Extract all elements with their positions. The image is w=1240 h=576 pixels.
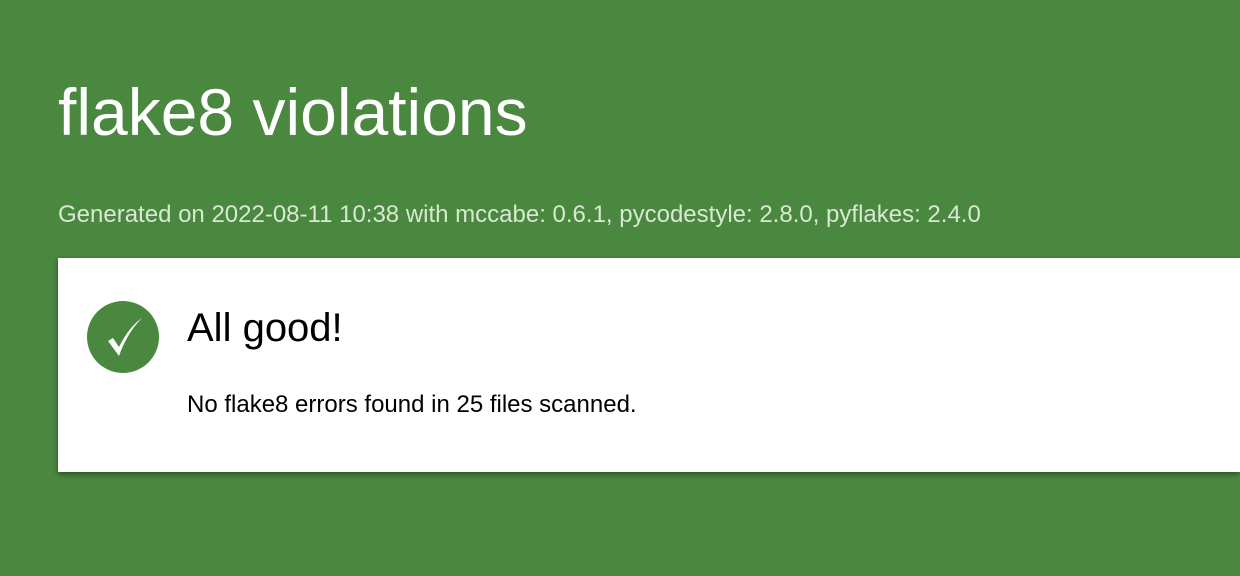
generated-info: Generated on 2022-08-11 10:38 with mccab… bbox=[58, 201, 981, 228]
page-title: flake8 violations bbox=[58, 75, 528, 149]
result-message: No flake8 errors found in 25 files scann… bbox=[187, 391, 637, 418]
result-heading: All good! bbox=[187, 306, 343, 350]
checkmark-icon bbox=[87, 301, 159, 373]
result-card: All good! No flake8 errors found in 25 f… bbox=[58, 258, 1240, 472]
